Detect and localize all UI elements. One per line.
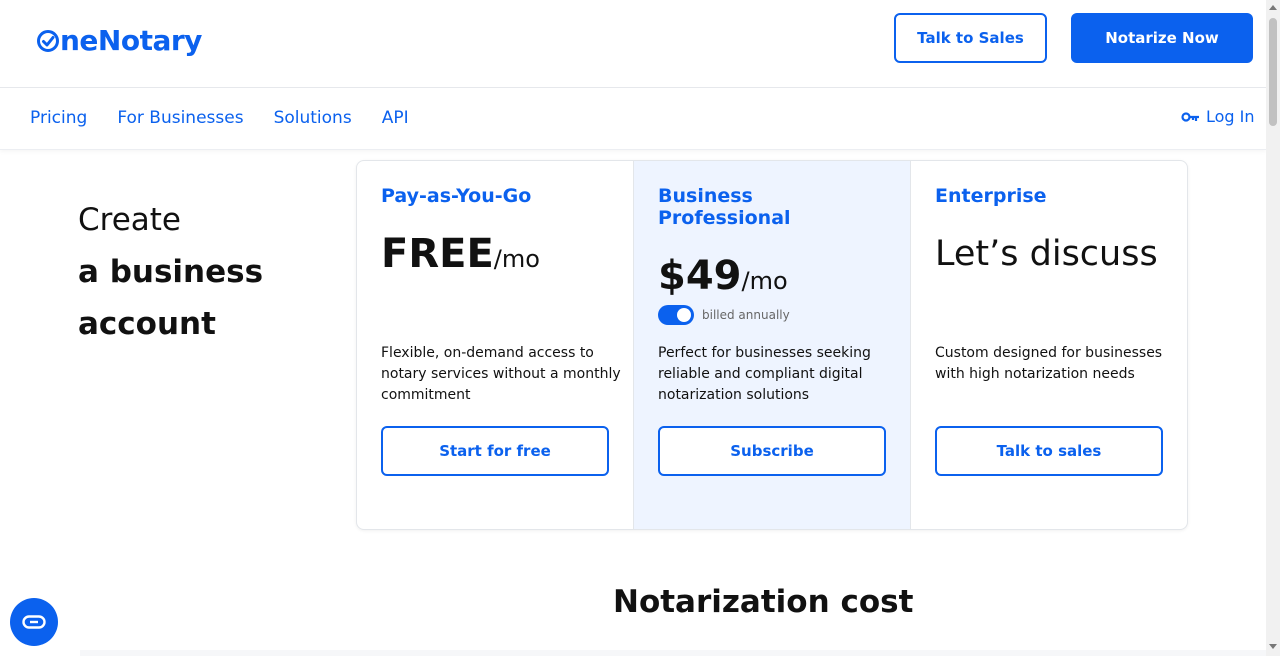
plan-description: Custom designed for businesses with high… [935, 345, 1163, 382]
billing-label: billed annually [702, 308, 790, 322]
plan-price: $49/mo [658, 253, 886, 299]
price-period: /mo [741, 267, 788, 295]
plan-card-enterprise: Enterprise Let’s discuss Custom designed… [911, 161, 1187, 529]
talk-to-sales-card-button[interactable]: Talk to sales [935, 426, 1163, 476]
plan-title: Pay-as-You-Go [381, 185, 532, 207]
check-circle-icon [37, 29, 59, 52]
talk-to-sales-button[interactable]: Talk to Sales [894, 13, 1047, 63]
main-nav: Pricing For Businesses Solutions API Log… [0, 88, 1266, 150]
plan-description: Flexible, on-demand access to notary ser… [381, 345, 621, 403]
login-label: Log In [1206, 107, 1255, 126]
plan-card-business-professional: Business Professional $49/mo billed annu… [634, 161, 911, 529]
heading-line-1: Create [78, 202, 182, 238]
heading-line-3: account [78, 306, 216, 342]
plan-title: Business Professional [658, 185, 791, 229]
login-link[interactable]: Log In [1181, 107, 1255, 126]
notarize-now-button[interactable]: Notarize Now [1071, 13, 1253, 63]
chat-icon [22, 615, 46, 629]
nav-links: Pricing For Businesses Solutions API [30, 108, 409, 128]
heading-line-2: a business [78, 254, 264, 290]
top-header: neNotary Talk to Sales Notarize Now [0, 0, 1266, 88]
price-period: /mo [493, 245, 540, 273]
plan-price: Let’s discuss [935, 234, 1158, 274]
key-icon [1181, 111, 1199, 122]
subscribe-button[interactable]: Subscribe [658, 426, 886, 476]
scroll-down-arrow-icon[interactable] [1269, 644, 1277, 649]
section-divider [80, 650, 1266, 656]
brand-name: neNotary [60, 24, 202, 57]
page-scrollbar[interactable] [1266, 0, 1280, 656]
plan-card-pay-as-you-go: Pay-as-You-Go FREE/mo Flexible, on-deman… [357, 161, 634, 529]
notarization-cost-heading: Notarization cost [613, 584, 914, 620]
scroll-thumb[interactable] [1269, 18, 1277, 126]
plan-title: Enterprise [935, 185, 1047, 207]
plan-price: FREE/mo [381, 231, 609, 277]
pricing-cards: Pay-as-You-Go FREE/mo Flexible, on-deman… [356, 160, 1188, 530]
brand-logo[interactable]: neNotary [37, 24, 202, 57]
price-value: $49 [658, 253, 742, 299]
plan-description: Perfect for businesses seeking reliable … [658, 345, 871, 403]
billing-toggle-row: billed annually [658, 305, 886, 325]
nav-item-solutions[interactable]: Solutions [274, 108, 352, 128]
start-for-free-button[interactable]: Start for free [381, 426, 609, 476]
nav-item-for-businesses[interactable]: For Businesses [117, 108, 243, 128]
nav-item-api[interactable]: API [382, 108, 409, 128]
billing-toggle[interactable] [658, 305, 694, 325]
nav-item-pricing[interactable]: Pricing [30, 108, 87, 128]
scroll-up-arrow-icon[interactable] [1269, 5, 1277, 10]
create-account-heading: Create a business account [78, 194, 263, 350]
price-value: FREE [381, 231, 494, 277]
chat-button[interactable] [10, 598, 58, 646]
